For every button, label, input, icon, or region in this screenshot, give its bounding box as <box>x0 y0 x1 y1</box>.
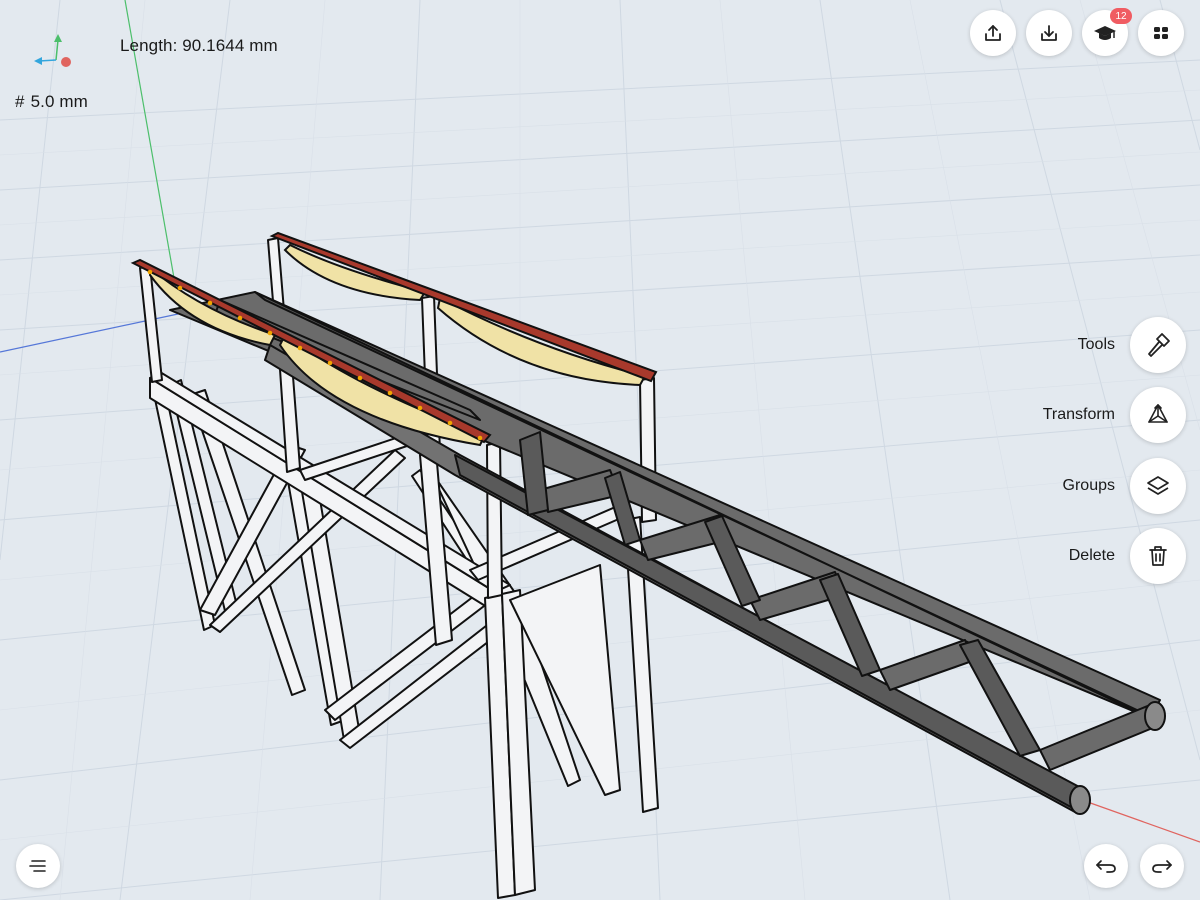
length-readout: Length: 90.1644 mm <box>120 36 278 55</box>
layers-icon <box>1147 476 1169 495</box>
redo-icon <box>1152 860 1172 873</box>
trash-icon <box>1149 546 1167 566</box>
transform-icon <box>1148 404 1168 423</box>
menu-button[interactable] <box>16 844 60 888</box>
groups-label: Groups <box>1062 477 1115 494</box>
redo-button[interactable] <box>1140 844 1184 888</box>
import-icon <box>1041 25 1057 41</box>
apps-grid-icon <box>1154 27 1168 39</box>
grid-size-value: 5.0 mm <box>30 92 88 111</box>
delete-label: Delete <box>1068 547 1115 564</box>
hammer-icon <box>1148 333 1170 357</box>
export-button[interactable] <box>970 10 1016 56</box>
transform-button[interactable] <box>1130 387 1186 443</box>
3d-viewport[interactable] <box>0 0 1200 900</box>
notification-badge: 12 <box>1110 8 1132 24</box>
side-item-transform[interactable]: Transform <box>1043 387 1186 443</box>
axis-gizmo[interactable] <box>30 30 80 76</box>
groups-button[interactable] <box>1130 458 1186 514</box>
grid-icon: # <box>15 92 25 111</box>
side-item-groups[interactable]: Groups <box>1063 458 1186 514</box>
import-button[interactable] <box>1026 10 1072 56</box>
apps-button[interactable] <box>1138 10 1184 56</box>
menu-icon <box>29 860 46 872</box>
tools-button[interactable] <box>1130 317 1186 373</box>
undo-icon <box>1096 860 1116 873</box>
white-support-frame <box>139 237 659 899</box>
grid-size-readout: #5.0 mm <box>15 92 88 112</box>
side-item-delete[interactable]: Delete <box>1069 528 1186 584</box>
export-icon <box>985 25 1001 41</box>
transform-label: Transform <box>1042 406 1115 423</box>
learn-button[interactable]: 12 <box>1082 8 1132 56</box>
tools-label: Tools <box>1077 336 1115 353</box>
delete-button[interactable] <box>1130 528 1186 584</box>
learn-icon <box>1094 26 1116 40</box>
side-item-tools[interactable]: Tools <box>1078 317 1186 373</box>
undo-button[interactable] <box>1084 844 1128 888</box>
